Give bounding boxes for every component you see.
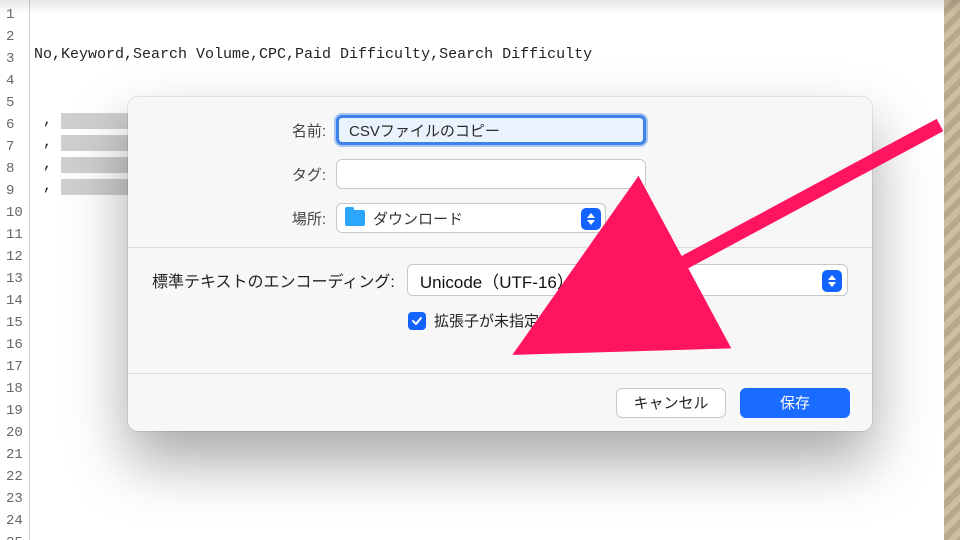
desktop-sliver <box>944 0 960 540</box>
line-number: 8 <box>0 158 29 180</box>
encoding-select[interactable]: Unicode（UTF-16） <box>407 264 848 296</box>
divider <box>128 247 872 248</box>
line-number: 14 <box>0 290 29 312</box>
line-number: 4 <box>0 70 29 92</box>
line-number: 17 <box>0 356 29 378</box>
line-number: 12 <box>0 246 29 268</box>
folder-icon <box>345 210 365 226</box>
location-label: 場所: <box>128 208 336 229</box>
name-label: 名前: <box>128 120 336 141</box>
line-number: 1 <box>0 4 29 26</box>
line-number: 16 <box>0 334 29 356</box>
filename-input[interactable] <box>336 115 646 145</box>
tag-label: タグ: <box>128 164 336 185</box>
txt-extension-checkbox[interactable] <box>408 312 426 330</box>
line-number-gutter: 1234567891011121314151617181920212223242… <box>0 0 30 540</box>
line-number: 25 <box>0 532 29 540</box>
updown-stepper-icon <box>581 208 601 230</box>
line-number: 20 <box>0 422 29 444</box>
encoding-value: Unicode（UTF-16） <box>420 268 574 293</box>
location-value: ダウンロード <box>373 208 463 229</box>
expand-button[interactable] <box>616 203 646 233</box>
txt-extension-label: 拡張子が未指定の場合は、".txt"を使用 <box>434 310 690 331</box>
location-select[interactable]: ダウンロード <box>336 203 606 233</box>
line-number: 7 <box>0 136 29 158</box>
updown-stepper-icon <box>822 270 842 292</box>
cancel-button-label: キャンセル <box>633 392 708 413</box>
line-number: 15 <box>0 312 29 334</box>
check-icon <box>411 315 423 327</box>
line-number: 22 <box>0 466 29 488</box>
line-number: 19 <box>0 400 29 422</box>
line-number: 6 <box>0 114 29 136</box>
line-number: 3 <box>0 48 29 70</box>
line-number: 5 <box>0 92 29 114</box>
line-number: 10 <box>0 202 29 224</box>
encoding-label: 標準テキストのエンコーディング: <box>152 268 395 292</box>
line-number: 9 <box>0 180 29 202</box>
save-button-label: 保存 <box>780 392 810 413</box>
line-number: 23 <box>0 488 29 510</box>
chevron-down-icon <box>625 210 639 224</box>
line-number: 13 <box>0 268 29 290</box>
line-number: 11 <box>0 224 29 246</box>
line-number: 24 <box>0 510 29 532</box>
tags-input[interactable] <box>336 159 646 189</box>
line-number: 21 <box>0 444 29 466</box>
line-number: 2 <box>0 26 29 48</box>
csv-header: No,Keyword,Search Volume,CPC,Paid Diffic… <box>34 44 954 66</box>
line-number: 18 <box>0 378 29 400</box>
save-button[interactable]: 保存 <box>740 388 850 418</box>
cancel-button[interactable]: キャンセル <box>616 388 726 418</box>
save-dialog: 名前: タグ: 場所: ダウンロード 標準テキストのエンコーディング: <box>128 97 872 431</box>
